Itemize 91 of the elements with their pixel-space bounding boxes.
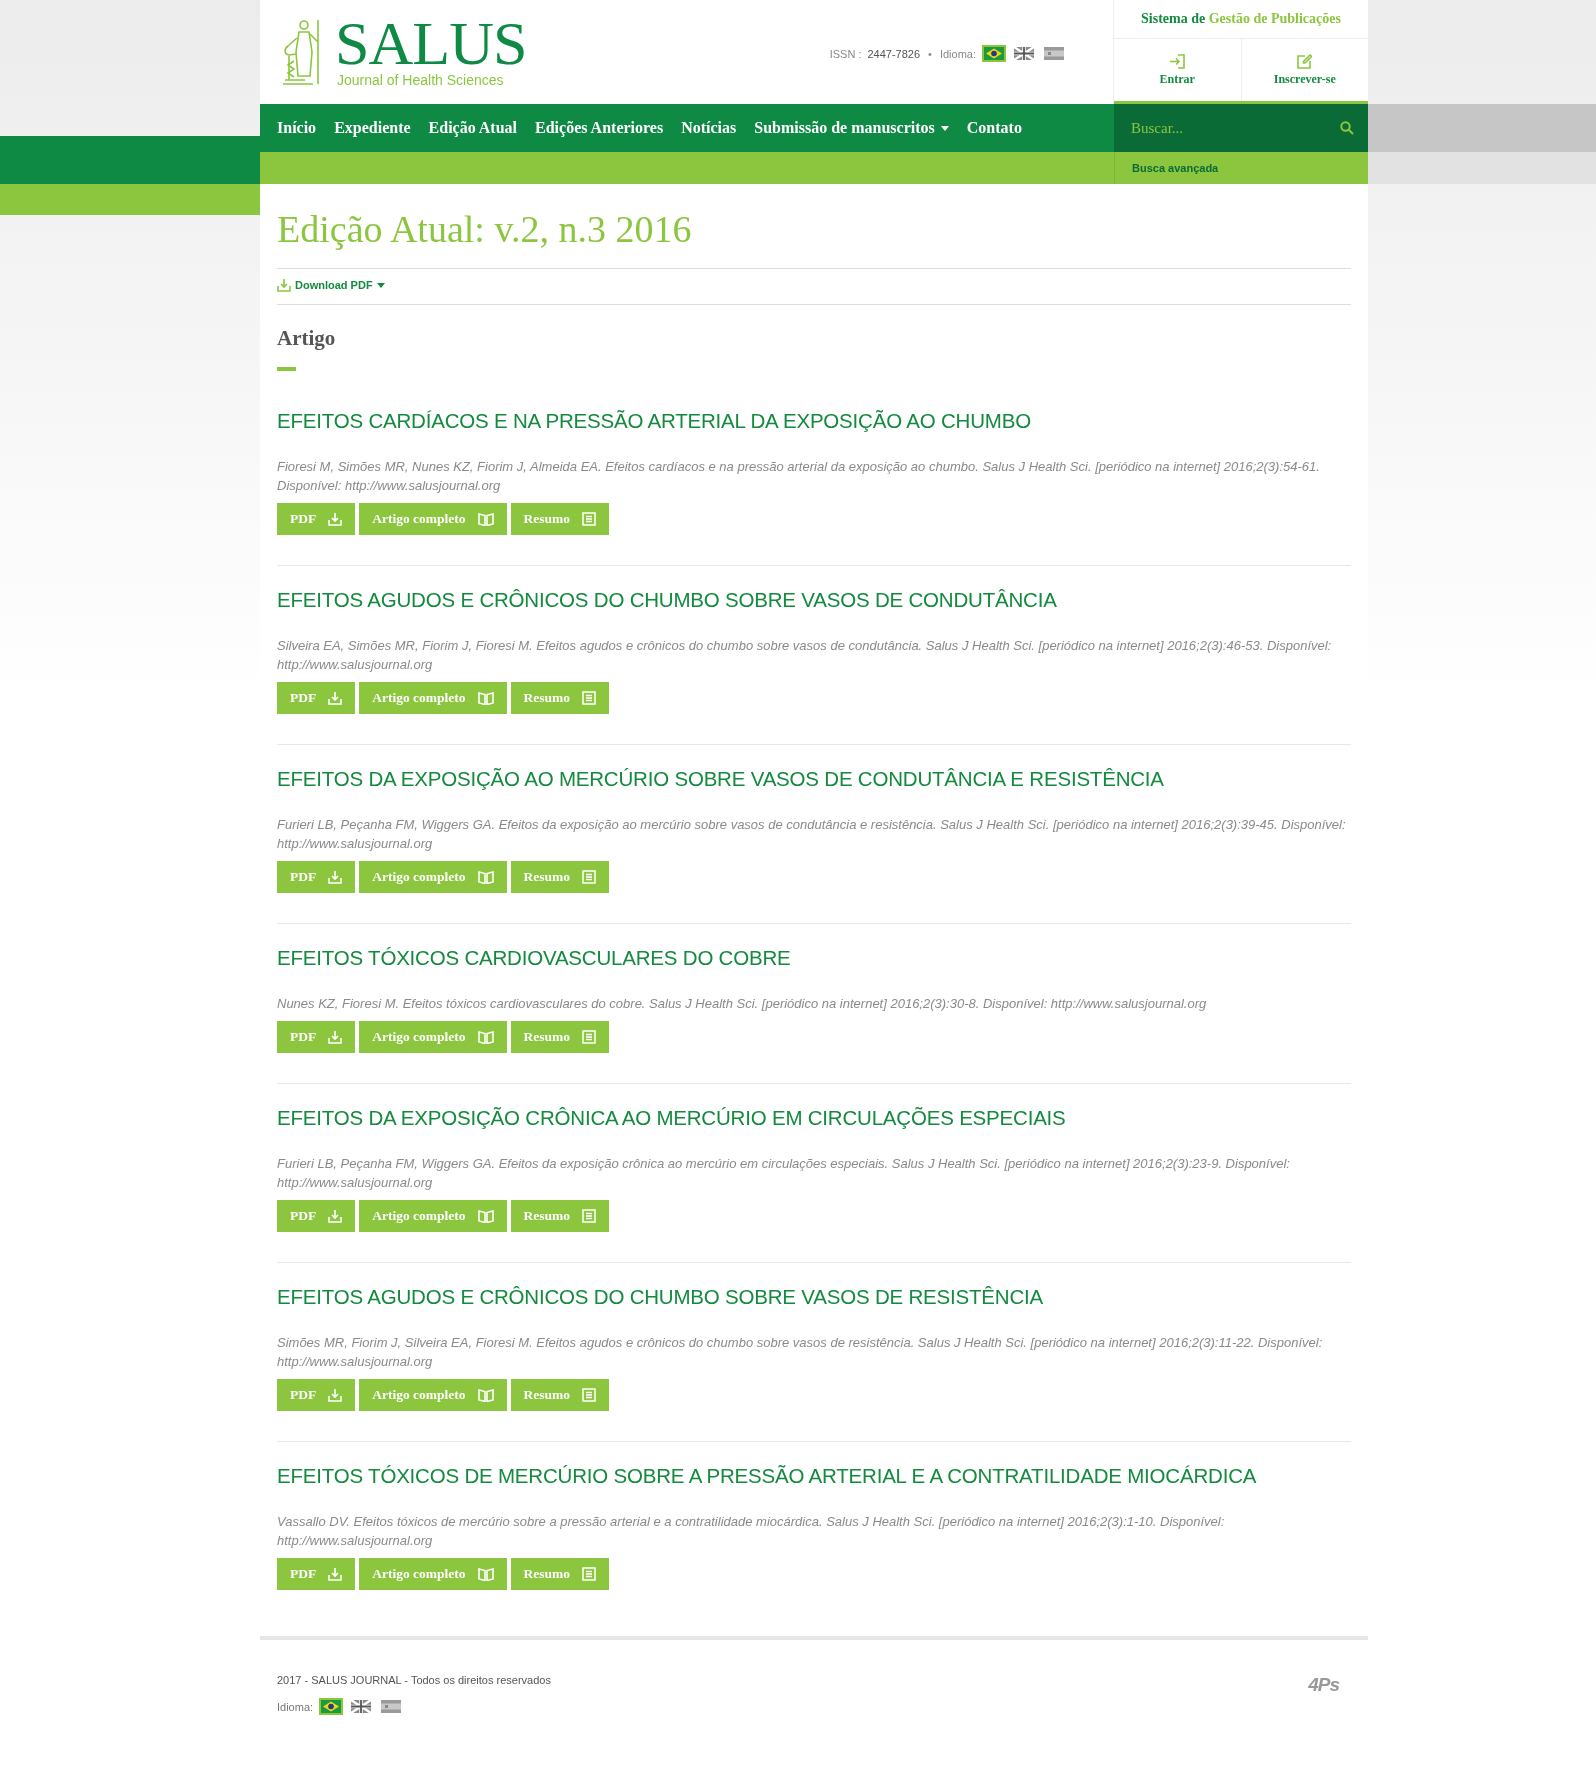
abstract-button[interactable]: Resumo (510, 1558, 610, 1590)
article-citation: Furieri LB, Peçanha FM, Wiggers GA. Efeitos da exposição ao mercúrio sobre vasos de condutância e resistência. Salus J Health Sci. [periódico na internet] 2016;2(3):39-45. Disponível: http://www.salusjournal.org (277, 816, 1347, 853)
article-citation: Nunes KZ, Fioresi M. Efeitos tóxicos cardiovasculares do cobre. Salus J Health Sci. [periódico na internet] 2016;2(3):30-8. Disponível: http://www.salusjournal.org (277, 995, 1208, 1013)
download-icon (328, 1388, 343, 1402)
pdf-button[interactable]: PDF (277, 503, 356, 535)
language-label: Idioma: (277, 1700, 314, 1713)
search-icon (1340, 121, 1354, 135)
download-icon (328, 1567, 343, 1581)
nav-link[interactable]: Expediente (334, 119, 411, 137)
article-title[interactable]: EFEITOS AGUDOS E CRÔNICOS DO CHUMBO SOBRE VASOS DE CONDUTÂNCIA (277, 586, 1351, 614)
download-icon (328, 1030, 343, 1044)
abstract-button[interactable]: Resumo (510, 1200, 610, 1232)
brand-logo: 4Ps (1308, 1674, 1341, 1697)
pdf-button[interactable]: PDF (277, 682, 356, 714)
book-icon (477, 1030, 494, 1044)
download-icon (328, 870, 343, 884)
register-button[interactable]: Inscrever-se (1240, 39, 1368, 101)
pdf-button[interactable]: PDF (277, 1021, 356, 1053)
pdf-button[interactable]: PDF (277, 1379, 356, 1411)
section-accent (277, 367, 296, 371)
separator-dot: • (928, 47, 932, 60)
abstract-button[interactable]: Resumo (510, 861, 610, 893)
full-article-button[interactable]: Artigo completo (359, 503, 507, 535)
list-icon (582, 870, 597, 884)
section-heading: Artigo (277, 325, 337, 351)
article-citation: Fioresi M, Simões MR, Nunes KZ, Fiorim J, Almeida EA. Efeitos cardíacos e na pressão arterial da exposição ao chumbo. Salus J Health Sci. [periódico na internet] 2016;2(3):54-61. Disponível: http://www.salusjournal.org (277, 458, 1321, 495)
article-citation: Furieri LB, Peçanha FM, Wiggers GA. Efeitos da exposição crônica ao mercúrio em circulações especiais. Salus J Health Sci. [periódico na internet] 2016;2(3):23-9. Disponível: http://www.salusjournal.org (277, 1155, 1291, 1192)
full-article-button[interactable]: Artigo completo (359, 682, 507, 714)
caret-icon (940, 125, 949, 131)
full-article-button[interactable]: Artigo completo (359, 1200, 507, 1232)
abstract-button[interactable]: Resumo (510, 682, 610, 714)
nav-link[interactable]: Edições Anteriores (535, 119, 664, 137)
list-icon (582, 1209, 597, 1223)
full-article-button[interactable]: Artigo completo (359, 1021, 507, 1053)
download-icon (328, 1209, 343, 1223)
article-title[interactable]: EFEITOS AGUDOS E CRÔNICOS DO CHUMBO SOBRE VASOS DE RESISTÊNCIA (277, 1283, 1351, 1311)
download-pdf-link[interactable]: Download PDF (277, 278, 385, 292)
list-icon (582, 1388, 597, 1402)
book-icon (477, 512, 494, 526)
abstract-button[interactable]: Resumo (510, 1379, 610, 1411)
article-citation: Vassallo DV. Efeitos tóxicos de mercúrio sobre a pressão arterial e a contratilidade miocárdica. Salus J Health Sci. [periódico na internet] 2016;2(3):1-10. Disponível: http://www.salusjournal.org (277, 1513, 1226, 1550)
article-title[interactable]: EFEITOS DA EXPOSIÇÃO CRÔNICA AO MERCÚRIO EM CIRCULAÇÕES ESPECIAIS (277, 1104, 1351, 1132)
pdf-button[interactable]: PDF (277, 861, 356, 893)
list-icon (582, 512, 597, 526)
logo-subtitle: Journal of Health Sciences (337, 72, 505, 88)
nav-link[interactable]: Contato (966, 119, 1022, 137)
download-icon (328, 512, 343, 526)
caret-icon (376, 282, 385, 288)
login-icon (1169, 53, 1186, 69)
logo-title: SALUS (335, 16, 527, 70)
pdf-button[interactable]: PDF (277, 1200, 356, 1232)
page-title: Edição Atual: v.2, n.3 2016 (277, 184, 1351, 269)
language-label: Idioma: (939, 47, 976, 60)
search-field[interactable]: Buscar... (1114, 104, 1368, 152)
copyright-text: 2017 - SALUS JOURNAL - Todos os direitos reservados (277, 1674, 551, 1686)
system-label: Sistema de Gestão de Publicações (1114, 0, 1368, 39)
book-icon (477, 691, 494, 705)
nav-link[interactable]: Edição Atual (428, 119, 518, 137)
book-icon (477, 1567, 494, 1581)
issn-label: ISSN : (829, 47, 862, 60)
edit-icon (1297, 53, 1313, 69)
book-icon (477, 1209, 494, 1223)
flag-icon[interactable] (1012, 45, 1036, 62)
flag-icon[interactable] (982, 45, 1006, 62)
login-button[interactable]: Entrar (1114, 39, 1241, 101)
article-citation: Silveira EA, Simões MR, Fiorim J, Fioresi M. Efeitos agudos e crônicos do chumbo sobre vasos de condutância. Salus J Health Sci. [periódico na internet] 2016;2(3):46-53. Disponível: http://www.salusjournal.org (277, 637, 1333, 674)
list-icon (582, 1030, 597, 1044)
list-icon (582, 1567, 597, 1581)
pdf-button[interactable]: PDF (277, 1558, 356, 1590)
article-title[interactable]: EFEITOS CARDÍACOS E NA PRESSÃO ARTERIAL DA EXPOSIÇÃO AO CHUMBO (277, 407, 1351, 435)
full-article-button[interactable]: Artigo completo (359, 1379, 507, 1411)
nav-link[interactable]: Submissão de manuscritos (754, 119, 949, 137)
article-title[interactable]: EFEITOS TÓXICOS DE MERCÚRIO SOBRE A PRESSÃO ARTERIAL E A CONTRATILIDADE MIOCÁRDICA (277, 1462, 1351, 1490)
abstract-button[interactable]: Resumo (510, 503, 610, 535)
download-icon (328, 691, 343, 705)
flag-icon[interactable] (319, 1698, 344, 1715)
system-link[interactable]: Gestão de Publicações (1208, 11, 1341, 26)
book-icon (477, 870, 494, 884)
full-article-button[interactable]: Artigo completo (359, 1558, 507, 1590)
issn-value: 2447-7826 (867, 47, 921, 60)
nav-link[interactable]: Notícias (681, 119, 737, 137)
abstract-button[interactable]: Resumo (510, 1021, 610, 1053)
advanced-search-link[interactable]: Busca avançada (1132, 162, 1219, 174)
full-article-button[interactable]: Artigo completo (359, 861, 507, 893)
book-icon (477, 1388, 494, 1402)
nav-link[interactable]: Início (277, 119, 317, 137)
article-title[interactable]: EFEITOS TÓXICOS CARDIOVASCULARES DO COBRE (277, 944, 1351, 972)
article-title[interactable]: EFEITOS DA EXPOSIÇÃO AO MERCÚRIO SOBRE VASOS DE CONDUTÂNCIA E RESISTÊNCIA (277, 765, 1351, 793)
article-citation: Simões MR, Fiorim J, Silveira EA, Fioresi M. Efeitos agudos e crônicos do chumbo sobre vasos de resistência. Salus J Health Sci. [periódico na internet] 2016;2(3):11-22. Disponível: http://www.salusjournal.org (277, 1334, 1324, 1371)
download-icon (277, 278, 291, 292)
list-icon (582, 691, 597, 705)
